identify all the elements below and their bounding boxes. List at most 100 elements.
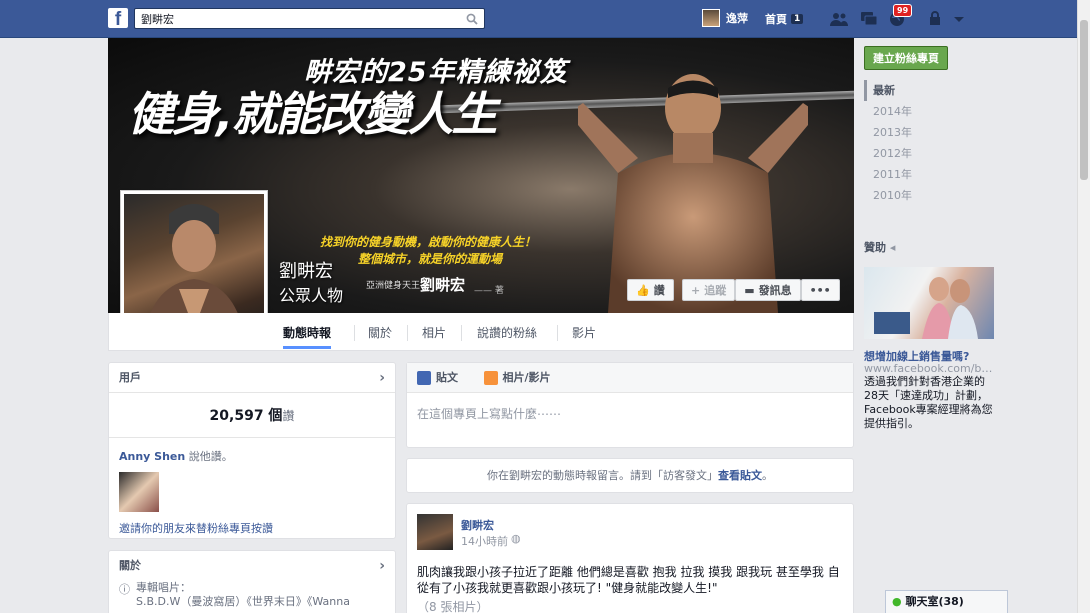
invite-row: 邀請你的朋友來替粉絲專頁按讚: [109, 520, 395, 536]
post-author-name[interactable]: 劉畊宏: [461, 517, 494, 533]
about-text: 專輯唱片： S.B.D.W（曼波窩居）《世界末日》《Wanna: [136, 581, 350, 609]
cover-headline-big: 健身,就能改變人生: [128, 87, 497, 141]
post-author-avatar[interactable]: [417, 514, 453, 550]
composer-tab-post-label: 貼文: [436, 371, 458, 384]
year-item-latest[interactable]: 最新: [864, 80, 954, 101]
year-item-2014[interactable]: 2014年: [864, 101, 954, 122]
tab-divider: [557, 325, 558, 341]
cover-author-suffix: —— 著: [474, 286, 504, 296]
privacy-shortcuts-icon[interactable]: [928, 11, 946, 27]
composer-card: 貼文 相片/影片 在這個專頁上寫點什麼⋯⋯: [406, 362, 854, 448]
post-card: 劉畊宏 14小時前 ◍ 肌肉讓我跟小孩子拉近了距離 他們總是喜歡 抱我 拉我 摸…: [406, 503, 854, 613]
cover-tagline-1: 找到你的健身動機，啟動你的健康人生！: [320, 235, 537, 249]
friend-avatar[interactable]: [119, 472, 159, 512]
cover-author-prefix: 亞洲健身天王: [366, 281, 421, 291]
friend-name-link[interactable]: Anny Shen: [119, 450, 185, 463]
user-name: 逸萍: [726, 12, 748, 25]
search-icon[interactable]: [466, 13, 478, 25]
about-line-2: S.B.D.W（曼波窩居）《世界末日》《Wanna: [136, 595, 350, 608]
cover-actions-right: + 追蹤 ▬ 發訊息 •••: [682, 279, 840, 301]
view-posts-link[interactable]: 查看貼文: [718, 469, 762, 482]
about-album-row: ⓘ 專輯唱片： S.B.D.W（曼波窩居）《世界末日》《Wanna: [109, 581, 395, 609]
follow-button[interactable]: + 追蹤: [682, 279, 736, 301]
cover-tagline-2: 整個城市，就是你的運動場: [358, 252, 503, 266]
page-title[interactable]: 劉畊宏: [279, 257, 333, 283]
friend-requests-icon[interactable]: [830, 11, 848, 27]
composer-input[interactable]: 在這個專頁上寫點什麼⋯⋯: [407, 393, 853, 434]
online-status-icon: ●: [892, 595, 902, 608]
messages-icon[interactable]: [860, 11, 878, 27]
friend-like-text: 說他讚。: [188, 450, 233, 463]
tab-photos[interactable]: 相片: [422, 313, 446, 350]
page-scrollbar[interactable]: [1077, 0, 1090, 613]
page-tab-bar: 動態時報 關於 相片 說讚的粉絲 影片: [108, 313, 854, 351]
about-card: 關於 › ⓘ 專輯唱片： S.B.D.W（曼波窩居）《世界末日》《Wanna: [108, 550, 396, 613]
friend-like-line: Anny Shen 說他讚。: [109, 438, 395, 464]
year-item-2012[interactable]: 2012年: [864, 143, 954, 164]
pencil-icon: [417, 371, 431, 385]
year-item-2013[interactable]: 2013年: [864, 122, 954, 143]
tab-divider: [461, 325, 462, 341]
year-item-2011[interactable]: 2011年: [864, 164, 954, 185]
info-icon: ⓘ: [119, 583, 130, 596]
home-link[interactable]: 首頁 1: [765, 11, 804, 27]
message-label: 發訊息: [758, 284, 792, 297]
follow-label: 追蹤: [704, 284, 727, 297]
plus-icon: +: [691, 283, 701, 297]
thumbs-up-icon: 👍: [636, 283, 650, 297]
composer-tab-photo[interactable]: 相片/影片: [483, 363, 551, 393]
sponsored-heading: 贊助 ◂: [864, 239, 895, 255]
composer-tab-post[interactable]: 貼文: [417, 363, 458, 393]
tab-about[interactable]: 關於: [368, 313, 392, 350]
about-card-header[interactable]: 關於 ›: [109, 551, 395, 581]
notice-text: 你在劉畊宏的動態時報留言。請到「訪客發文」: [487, 469, 718, 482]
tab-likes[interactable]: 說讚的粉絲: [477, 313, 537, 350]
notice-end: 。: [762, 469, 773, 482]
facebook-logo-icon[interactable]: f: [108, 8, 128, 28]
megaphone-icon: ◂: [889, 241, 896, 254]
tab-timeline[interactable]: 動態時報: [283, 313, 332, 349]
like-count: 20,597 個讚: [109, 393, 395, 438]
likes-card: 用戶 › 20,597 個讚 Anny Shen 說他讚。 邀請你的朋友來替粉絲專…: [108, 362, 396, 539]
top-navigation-bar: f 逸萍 首頁 1 99: [0, 0, 1090, 38]
ad-image[interactable]: [864, 267, 994, 339]
about-line-1: 專輯唱片：: [136, 581, 191, 594]
create-page-button[interactable]: 建立粉絲專頁: [864, 46, 948, 70]
like-count-number: 20,597 個: [209, 408, 283, 424]
search-input[interactable]: [135, 9, 455, 28]
like-count-unit: 讚: [282, 409, 295, 423]
chevron-right-icon[interactable]: ›: [379, 551, 385, 581]
chevron-right-icon[interactable]: ›: [379, 363, 385, 393]
more-button[interactable]: •••: [800, 279, 840, 301]
scrollbar-thumb[interactable]: [1080, 20, 1088, 180]
home-count-badge: 1: [791, 14, 804, 24]
tab-divider: [407, 325, 408, 341]
home-label: 首頁: [765, 13, 787, 26]
invite-friends-link[interactable]: 邀請你的朋友來替粉絲專頁按讚: [119, 522, 273, 535]
chat-bubble-icon: ▬: [744, 283, 755, 297]
year-item-2010[interactable]: 2010年: [864, 185, 954, 206]
composer-tab-photo-label: 相片/影片: [502, 371, 551, 384]
message-button[interactable]: ▬ 發訊息: [735, 279, 801, 301]
profile-link[interactable]: 逸萍: [702, 9, 748, 27]
globe-privacy-icon: ◍: [511, 532, 521, 545]
more-dots-icon: •••: [809, 283, 831, 297]
chat-sidebar-tab[interactable]: ● 聊天室(38): [885, 590, 1008, 613]
search-box[interactable]: [134, 8, 485, 29]
cover-actions-left: 👍 讚: [627, 279, 674, 301]
composer-tabs: 貼文 相片/影片: [407, 363, 853, 393]
tab-divider: [354, 325, 355, 341]
likes-card-title: 用戶: [119, 371, 141, 384]
ad-people-shape: [874, 277, 978, 339]
like-label: 讚: [653, 284, 665, 297]
user-avatar: [702, 9, 720, 27]
like-button[interactable]: 👍 讚: [627, 279, 674, 301]
likes-card-header[interactable]: 用戶 ›: [109, 363, 395, 393]
ad-url[interactable]: www.facebook.com/business: [864, 362, 994, 375]
post-timestamp[interactable]: 14小時前: [461, 533, 508, 549]
tab-videos[interactable]: 影片: [572, 313, 596, 350]
ad-body-text: 透過我們針對香港企業的28天「速達成功」計劃，Facebook專案經理將為您提供…: [864, 375, 993, 430]
settings-dropdown-icon[interactable]: [952, 11, 966, 27]
cover-author-name: 劉畊宏: [420, 276, 466, 294]
sponsored-label: 贊助: [864, 241, 886, 254]
